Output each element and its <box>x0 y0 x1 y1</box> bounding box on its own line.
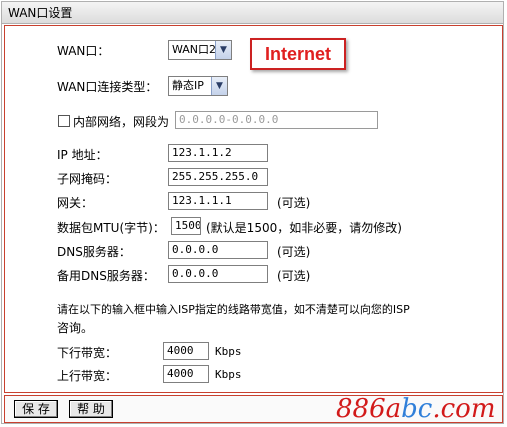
gateway-input[interactable]: 123.1.1.1 <box>168 192 268 210</box>
internal-network-range-input[interactable]: 0.0.0.0-0.0.0.0 <box>175 111 378 129</box>
ip-address-input[interactable]: 123.1.1.2 <box>168 144 268 162</box>
dns-input[interactable]: 0.0.0.0 <box>168 241 268 259</box>
downlink-label: 下行带宽： <box>57 346 118 360</box>
downlink-input[interactable]: 4000 <box>163 342 209 360</box>
chevron-down-icon: ▼ <box>215 41 231 59</box>
bandwidth-note-line2: 咨询。 <box>57 321 94 335</box>
uplink-unit: Kbps <box>215 368 242 381</box>
backup-dns-label: 备用DNS服务器： <box>57 269 155 283</box>
uplink-input[interactable]: 4000 <box>163 365 209 383</box>
internal-network-label: 内部网络，网段为 <box>73 115 170 129</box>
watermark-part2: bc <box>401 394 433 424</box>
conn-type-label: WAN口连接类型： <box>57 80 158 94</box>
mtu-hint: (默认是1500，如非必要，请勿修改) <box>206 221 402 235</box>
gateway-hint: (可选) <box>277 196 311 210</box>
mtu-input[interactable]: 1500 <box>171 217 201 235</box>
site-watermark: 886abc.com <box>336 394 496 424</box>
wan-port-value: WAN口2 <box>172 43 217 56</box>
backup-dns-input[interactable]: 0.0.0.0 <box>168 265 268 283</box>
conn-type-select[interactable]: 静态IP ▼ <box>168 76 228 96</box>
wan-port-label: WAN口： <box>57 44 110 58</box>
dns-hint: (可选) <box>277 245 311 259</box>
subnet-mask-input[interactable]: 255.255.255.0 <box>168 168 268 186</box>
uplink-label: 上行带宽： <box>57 369 118 383</box>
form-area: WAN口： WAN口2 ▼ WAN口连接类型： 静态IP ▼ 内部网络，网段为 … <box>4 25 503 393</box>
panel-title: WAN口设置 <box>2 2 503 24</box>
conn-type-value: 静态IP <box>172 79 204 92</box>
wan-port-select[interactable]: WAN口2 ▼ <box>168 40 232 60</box>
help-button[interactable]: 帮 助 <box>69 400 113 418</box>
save-button[interactable]: 保 存 <box>14 400 58 418</box>
subnet-mask-label: 子网掩码： <box>57 172 118 186</box>
watermark-part1: 886a <box>336 394 402 424</box>
ip-address-label: IP 地址： <box>57 148 108 162</box>
bandwidth-note-line1: 请在以下的输入框中输入ISP指定的线路带宽值，如不清楚可以向您的ISP <box>57 303 410 316</box>
chevron-down-icon: ▼ <box>211 77 227 95</box>
watermark-part3: .com <box>432 394 496 424</box>
internal-network-checkbox[interactable] <box>58 115 70 127</box>
internet-annotation: Internet <box>250 38 346 70</box>
gateway-label: 网关： <box>57 196 94 210</box>
dns-label: DNS服务器： <box>57 245 131 259</box>
mtu-label: 数据包MTU(字节)： <box>57 221 165 235</box>
downlink-unit: Kbps <box>215 345 242 358</box>
backup-dns-hint: (可选) <box>277 269 311 283</box>
